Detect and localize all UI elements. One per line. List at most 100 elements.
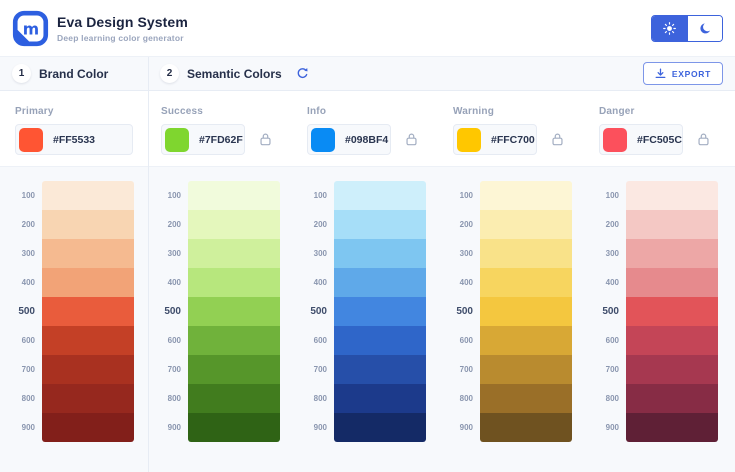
info-scale-row-200: 200 [307,210,426,239]
primary-shade-800[interactable] [42,384,134,413]
step-label-500: 500 [602,306,619,317]
step-label-500: 500 [18,306,35,317]
success-scale-row-300: 300 [161,239,280,268]
success-shade-800[interactable] [188,384,280,413]
step-label-500: 500 [456,306,473,317]
export-button[interactable]: EXPORT [642,62,723,85]
step-label-600: 600 [21,336,35,345]
success-scale-row-200: 200 [161,210,280,239]
info-shade-100[interactable] [334,181,426,210]
danger-shade-900[interactable] [626,413,718,442]
danger-shade-800[interactable] [626,384,718,413]
warning-shade-200[interactable] [480,210,572,239]
success-shade-400[interactable] [188,268,280,297]
danger-shade-500[interactable] [626,297,718,326]
success-shade-200[interactable] [188,210,280,239]
step-label-900: 900 [167,423,181,432]
danger-lock-button[interactable] [697,132,710,147]
warning-shade-600[interactable] [480,326,572,355]
success-shade-100[interactable] [188,181,280,210]
warning-scale-row-300: 300 [453,239,572,268]
primary-shade-900[interactable] [42,413,134,442]
warning-shade-100[interactable] [480,181,572,210]
app-logo: m [12,10,49,47]
primary-scale-column: 100 200 300 400 500 600 700 800 900 [15,181,134,442]
info-shade-200[interactable] [334,210,426,239]
primary-shade-400[interactable] [42,268,134,297]
warning-label: Warning [453,106,495,117]
regenerate-button[interactable] [296,67,309,80]
step-label-400: 400 [605,278,619,287]
success-shade-700[interactable] [188,355,280,384]
danger-shade-100[interactable] [626,181,718,210]
step-label-900: 900 [21,423,35,432]
warning-scale-row-900: 900 [453,413,572,442]
light-theme-button[interactable] [652,15,687,41]
warning-shade-900[interactable] [480,413,572,442]
warning-shade-400[interactable] [480,268,572,297]
danger-color-input[interactable]: #FC505C [599,124,683,155]
info-lock-button[interactable] [405,132,418,147]
step-label-700: 700 [459,365,473,374]
primary-scale-row-700: 700 [15,355,134,384]
warning-scale-row-200: 200 [453,210,572,239]
info-shade-700[interactable] [334,355,426,384]
warning-shade-800[interactable] [480,384,572,413]
primary-scale-row-800: 800 [15,384,134,413]
info-shade-400[interactable] [334,268,426,297]
success-shade-600[interactable] [188,326,280,355]
primary-shade-100[interactable] [42,181,134,210]
info-shade-900[interactable] [334,413,426,442]
primary-color-input[interactable]: #FF5533 [15,124,133,155]
step-label-600: 600 [167,336,181,345]
step-label-600: 600 [605,336,619,345]
warning-shade-500[interactable] [480,297,572,326]
danger-scale-row-500: 500 [599,297,718,326]
semantic-step-number: 2 [160,64,179,83]
primary-shade-600[interactable] [42,326,134,355]
danger-shade-700[interactable] [626,355,718,384]
primary-shade-500[interactable] [42,297,134,326]
step-label-300: 300 [459,249,473,258]
warning-scale-row-700: 700 [453,355,572,384]
success-shade-900[interactable] [188,413,280,442]
info-shade-800[interactable] [334,384,426,413]
info-color-input[interactable]: #098BF4 [307,124,391,155]
danger-scale-row-700: 700 [599,355,718,384]
step-label-700: 700 [313,365,327,374]
lock-icon [260,133,271,146]
success-shade-500[interactable] [188,297,280,326]
info-shade-300[interactable] [334,239,426,268]
danger-shade-600[interactable] [626,326,718,355]
warning-shade-300[interactable] [480,239,572,268]
brand-color-title: Brand Color [39,66,109,81]
success-color-input[interactable]: #7FD62F [161,124,245,155]
logo-letter: m [23,19,39,38]
info-shade-600[interactable] [334,326,426,355]
dark-theme-button[interactable] [687,15,722,41]
success-scale-row-700: 700 [161,355,280,384]
success-shade-300[interactable] [188,239,280,268]
danger-shade-200[interactable] [626,210,718,239]
danger-shade-300[interactable] [626,239,718,268]
warning-color-input[interactable]: #FFC700 [453,124,537,155]
warning-shade-700[interactable] [480,355,572,384]
primary-shade-700[interactable] [42,355,134,384]
step-label-400: 400 [459,278,473,287]
step-label-500: 500 [164,306,181,317]
danger-input-row: #FC505C [599,124,710,155]
info-hex-value: #098BF4 [345,133,389,146]
danger-shade-400[interactable] [626,268,718,297]
success-lock-button[interactable] [259,132,272,147]
primary-shade-300[interactable] [42,239,134,268]
warning-lock-button[interactable] [551,132,564,147]
warning-scale-row-500: 500 [453,297,572,326]
info-scale-row-100: 100 [307,181,426,210]
step-label-300: 300 [21,249,35,258]
info-shade-500[interactable] [334,297,426,326]
app: m Eva Design System Deep learning color … [0,0,735,472]
danger-swatch [603,127,627,152]
primary-shade-200[interactable] [42,210,134,239]
step-label-800: 800 [313,394,327,403]
primary-label: Primary [15,106,54,117]
